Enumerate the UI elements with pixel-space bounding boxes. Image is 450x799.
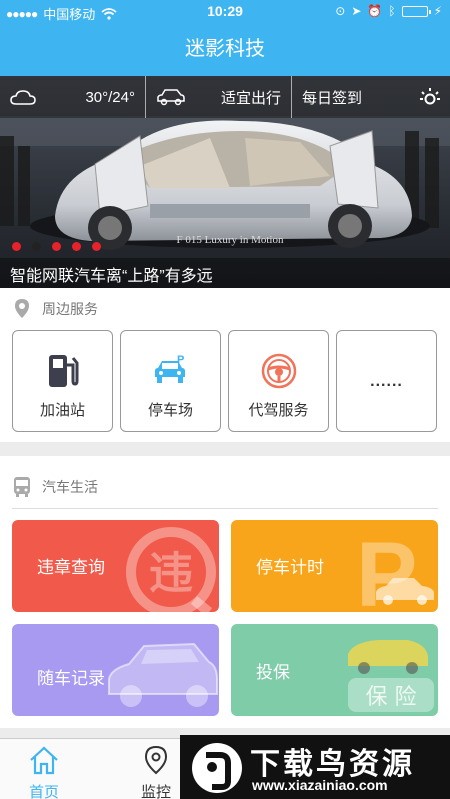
car-record-card[interactable]: 随车记录 <box>12 624 219 716</box>
car-life-header: 汽车生活 <box>12 476 98 498</box>
car-record-label: 随车记录 <box>37 669 105 688</box>
banner-carousel[interactable]: F 015 Luxury in Motion 30°/24° 适宜出行 每日签到 <box>0 76 450 288</box>
nav-bar: 迷影科技 <box>0 24 450 76</box>
status-bar: ●●●●● 中国移动 10:29 ⊙ ➤ ⏰ ᛒ ⚡ <box>0 0 450 24</box>
checkin-label: 每日签到 <box>302 89 363 107</box>
location-pin-icon <box>144 745 168 775</box>
app-title: 迷影科技 <box>185 38 265 60</box>
banner-info-bar: 30°/24° 适宜出行 每日签到 <box>0 76 450 118</box>
more-icon: ...... <box>370 373 403 390</box>
gas-station-icon <box>48 355 78 387</box>
banner-caption[interactable]: 智能网联汽车离“上路”有多远 <box>0 258 450 288</box>
car-life-title: 汽车生活 <box>42 479 98 495</box>
insurance-card[interactable]: 保 险 投保 <box>231 624 438 716</box>
parking-timer-card[interactable]: P 停车计时 <box>231 520 438 612</box>
violation-watermark-icon: 违 <box>126 527 216 612</box>
violation-query-card[interactable]: 违 违章查询 <box>12 520 219 612</box>
parking-timer-label: 停车计时 <box>256 558 324 577</box>
weather-cell: 30°/24° <box>0 76 146 118</box>
watermark-url: www.xiazainiao.com <box>252 777 388 793</box>
rotation-lock-icon: ⊙ <box>335 4 346 18</box>
designated-driver-label: 代驾服务 <box>248 402 309 419</box>
designated-driver-tile[interactable]: 代驾服务 <box>228 330 329 432</box>
bird-logo-icon <box>192 743 242 793</box>
checkin-button[interactable]: 每日签到 <box>292 76 450 118</box>
gas-station-label: 加油站 <box>39 402 85 419</box>
cloud-icon <box>10 90 36 105</box>
insurance-watermark-text: 保 险 <box>366 685 417 710</box>
violation-watermark-char: 违 <box>149 548 193 599</box>
bus-icon <box>14 477 30 497</box>
travel-cell: 适宜出行 <box>146 76 292 118</box>
carousel-dot[interactable] <box>32 242 41 251</box>
home-icon <box>30 746 58 775</box>
gas-station-tile[interactable]: 加油站 <box>12 330 113 432</box>
divider <box>12 508 438 509</box>
insurance-watermark-icon: 保 险 <box>348 640 434 712</box>
banner-plate-text: F 015 Luxury in Motion <box>177 234 284 246</box>
sun-icon <box>420 88 440 105</box>
site-watermark: 下载鸟资源 www.xiazainiao.com <box>180 735 450 799</box>
status-right: ⊙ ➤ ⏰ ᛒ ⚡ <box>335 4 442 18</box>
car-outline-icon <box>157 89 185 106</box>
tab-home-label: 首页 <box>28 784 59 799</box>
parking-tile[interactable]: P 停车场 <box>120 330 221 432</box>
weather-temp: 30°/24° <box>85 88 135 106</box>
steering-wheel-icon <box>261 353 296 389</box>
carousel-dot[interactable] <box>72 242 81 251</box>
parking-car-icon: P <box>154 354 185 383</box>
nearby-services-header: 周边服务 <box>12 298 98 320</box>
violation-query-label: 违章查询 <box>37 558 105 577</box>
more-services-tile[interactable]: ...... <box>336 330 437 432</box>
carousel-dot[interactable] <box>92 242 101 251</box>
carousel-dots[interactable] <box>12 242 101 251</box>
car-record-watermark-icon <box>108 642 218 707</box>
parking-label: 停车场 <box>147 402 193 419</box>
travel-status: 适宜出行 <box>220 89 281 107</box>
carousel-dot[interactable] <box>52 242 61 251</box>
carousel-dot[interactable] <box>12 242 21 251</box>
bluetooth-icon: ᛒ <box>388 4 396 18</box>
tab-home[interactable]: 首页 <box>9 745 79 799</box>
parking-watermark-icon: P <box>356 524 434 612</box>
insurance-label: 投保 <box>256 663 290 682</box>
location-arrow-icon: ➤ <box>351 4 362 18</box>
battery-icon <box>401 5 431 17</box>
location-pin-icon <box>15 299 29 318</box>
alarm-icon: ⏰ <box>367 4 383 18</box>
nearby-services-title: 周边服务 <box>42 301 98 317</box>
charging-icon: ⚡ <box>433 4 442 18</box>
